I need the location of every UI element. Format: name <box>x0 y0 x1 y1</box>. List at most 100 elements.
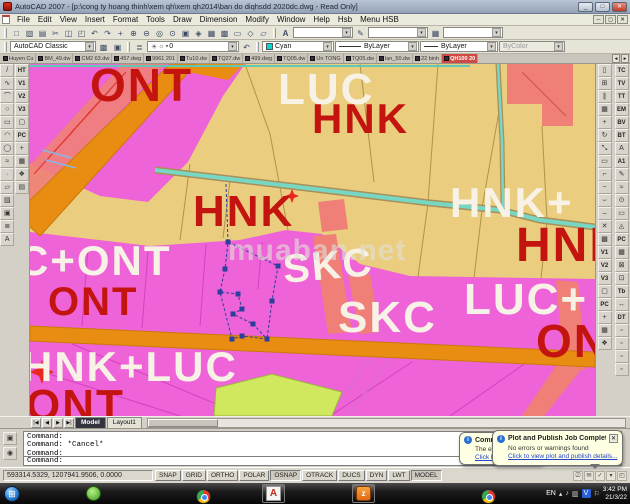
toolbar1-button-16[interactable]: ▩ <box>218 27 231 39</box>
scrollbar-thumb[interactable] <box>148 419 218 427</box>
toolbar1-button-6[interactable]: ↶ <box>88 27 101 39</box>
menu-window[interactable]: Window <box>273 14 309 25</box>
right-tool-12[interactable]: ◬ <box>615 220 629 233</box>
close-icon[interactable]: ✕ <box>609 434 618 443</box>
plot-tray-icon[interactable]: ⎚ <box>573 471 583 481</box>
draw-tool-1[interactable]: ∿ <box>0 77 14 90</box>
toolbar1-button-2[interactable]: ▤ <box>36 27 49 39</box>
modify-tool-6[interactable]: ⤡ <box>598 142 612 155</box>
right-tool-5[interactable]: BT <box>615 129 629 142</box>
custom-tool-+[interactable]: + <box>15 142 29 155</box>
right-tool-14[interactable]: ▦ <box>615 246 629 259</box>
minimize-button[interactable]: _ <box>578 2 593 12</box>
modify-tool-4[interactable]: + <box>598 116 612 129</box>
right-tool-19[interactable]: DT <box>615 311 629 324</box>
start-button[interactable]: ⊞ <box>4 486 20 502</box>
right-tool-17[interactable]: Tb <box>615 285 629 298</box>
modify-tool-1[interactable]: ⊞ <box>598 77 612 90</box>
modify-tool-9[interactable]: − <box>598 181 612 194</box>
status-toggle-dyn[interactable]: DYN <box>366 470 388 481</box>
modify-tool-17[interactable]: ▢ <box>598 285 612 298</box>
doc-tab-tq27-dw[interactable]: TQ27.dw <box>210 54 243 63</box>
table-style-combo[interactable]: ▾ <box>443 27 503 38</box>
toolbar-grip[interactable] <box>4 42 7 52</box>
layout-nav-2[interactable]: ▶ <box>53 418 63 428</box>
draw-tool-11[interactable]: ▣ <box>0 207 14 220</box>
toolbar1-button-1[interactable]: ▧ <box>23 27 36 39</box>
right-tool-6[interactable]: A <box>615 142 629 155</box>
modify-tool-12[interactable]: ✕ <box>598 220 612 233</box>
tab-scroll-left[interactable]: ◂ <box>612 54 620 63</box>
draw-tool-6[interactable]: ◯ <box>0 142 14 155</box>
draw-tool-12[interactable]: ≣ <box>0 220 14 233</box>
volume-icon[interactable]: ♪ <box>565 490 569 497</box>
toolbar1-button-8[interactable]: + <box>114 27 127 39</box>
modify-tool-13[interactable]: ▩ <box>598 233 612 246</box>
modify-tool-10[interactable]: ⌣ <box>598 194 612 207</box>
right-tool-21[interactable]: ▫ <box>615 337 629 350</box>
modify-tool-21[interactable]: ❖ <box>598 337 612 350</box>
toolbar1-button-14[interactable]: ◈ <box>192 27 205 39</box>
status-toggle-ducs[interactable]: DUCS <box>338 470 364 481</box>
modify-tool-3[interactable]: ▦ <box>598 103 612 116</box>
doc-tab-tq05-dw[interactable]: TQ05.dw <box>275 54 308 63</box>
workspace-combo[interactable]: AutoCAD Classic ▾ <box>10 41 96 52</box>
custom-tool-▤[interactable]: ▤ <box>15 181 29 194</box>
toolbar-grip[interactable] <box>256 42 259 52</box>
drawing-canvas[interactable]: ONTLUCHNKHNKHNK+HNKC+ONTSKCONTSKCLUC+ONT… <box>30 64 595 416</box>
modify-tool-19[interactable]: + <box>598 311 612 324</box>
right-tool-11[interactable]: ▭ <box>615 207 629 220</box>
status-toggle-polar[interactable]: POLAR <box>239 470 269 481</box>
doc-tab-cm2-63-dw[interactable]: CM2 63.dw <box>73 54 112 63</box>
right-tool-8[interactable]: ✎ <box>615 168 629 181</box>
chrome-icon[interactable] <box>196 489 211 504</box>
dim-style-icon[interactable]: ✎ <box>354 27 367 39</box>
status-toggle-otrack[interactable]: OTRACK <box>302 470 337 481</box>
custom-tool-❖[interactable]: ❖ <box>15 168 29 181</box>
menu-menu-hsb[interactable]: Menu HSB <box>356 14 403 25</box>
draw-tool-13[interactable]: A <box>0 233 14 246</box>
doc-tab-huyen-cu[interactable]: Huyen Cu <box>1 54 36 63</box>
right-tool-7[interactable]: A1 <box>615 155 629 168</box>
tray-arrow-icon[interactable]: ▾ <box>606 471 616 481</box>
menu-hsb[interactable]: Hsb <box>334 14 356 25</box>
draw-tool-4[interactable]: ▭ <box>0 116 14 129</box>
draw-tool-3[interactable]: ○ <box>0 103 14 116</box>
modify-tool-14[interactable]: V1 <box>598 246 612 259</box>
layer-combo[interactable]: ☀ ☼ ▪ 0 ▾ <box>147 41 239 52</box>
layer-previous-icon[interactable]: ↶ <box>240 41 253 53</box>
menu-edit[interactable]: Edit <box>34 14 56 25</box>
autocad-taskbar-icon[interactable]: A <box>266 486 281 501</box>
text-style-icon[interactable]: A <box>279 27 292 39</box>
layout-nav-3[interactable]: ▶| <box>64 418 74 428</box>
text-style-combo[interactable]: ▾ <box>293 27 353 38</box>
doc-tab-un-tong[interactable]: Un TONG <box>308 54 343 63</box>
modify-tool-15[interactable]: V2 <box>598 259 612 272</box>
doc-tab-tu10-dw[interactable]: Tu10.dw <box>178 54 210 63</box>
toolbar1-button-7[interactable]: ↷ <box>101 27 114 39</box>
modify-tool-20[interactable]: ▦ <box>598 324 612 337</box>
tab-scroll-right[interactable]: ▸ <box>621 54 629 63</box>
tab-layout1[interactable]: Layout1 <box>107 417 142 428</box>
layer-properties-icon[interactable]: ≣ <box>133 41 146 53</box>
maximize-button[interactable]: □ <box>595 2 610 12</box>
status-toggle-osnap[interactable]: OSNAP <box>270 470 301 481</box>
tool-button[interactable]: ◉ <box>3 447 17 460</box>
status-toggle-ortho[interactable]: ORTHO <box>207 470 238 481</box>
chrome-icon-2[interactable] <box>481 489 496 504</box>
right-tool-23[interactable]: ▫ <box>615 363 629 376</box>
custom-tool-▢[interactable]: ▢ <box>15 116 29 129</box>
workspace-settings-icon[interactable]: ▩ <box>97 41 110 53</box>
linetype-combo[interactable]: ByLayer ▾ <box>420 41 498 52</box>
right-tool-10[interactable]: ⊙ <box>615 194 629 207</box>
right-tool-0[interactable]: TC <box>615 64 629 77</box>
right-tool-15[interactable]: ⊠ <box>615 259 629 272</box>
taskbar-clock[interactable]: 3:42 PM 21/3/22 <box>603 486 627 502</box>
menu-file[interactable]: File <box>13 14 34 25</box>
dim-style-combo[interactable]: ▾ <box>368 27 428 38</box>
toolbar1-button-9[interactable]: ⊕ <box>127 27 140 39</box>
modify-tool-18[interactable]: PC <box>598 298 612 311</box>
doc-tab-lan-50-dw[interactable]: lan_50.dw <box>377 54 413 63</box>
modify-tool-0[interactable]: ▯ <box>598 64 612 77</box>
modify-tool-16[interactable]: V3 <box>598 272 612 285</box>
